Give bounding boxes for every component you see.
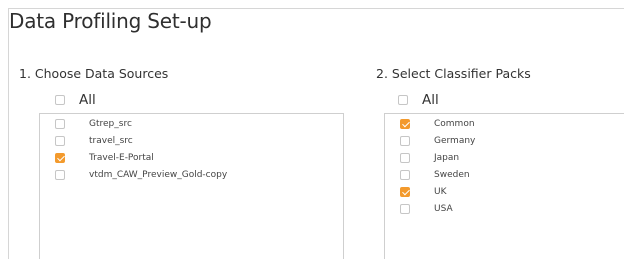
classifier-label: UK [434,187,447,197]
select-all-sources-label: All [79,92,96,108]
select-all-sources-checkbox[interactable] [55,95,65,105]
classifier-item[interactable]: UK [400,185,447,199]
classifier-checkbox[interactable] [400,187,410,197]
classifier-item[interactable]: Japan [400,151,459,165]
data-sources-list[interactable]: Gtrep_src travel_src Travel-E-Portal vtd… [39,113,344,259]
classifier-item[interactable]: USA [400,202,453,216]
data-source-item[interactable]: vtdm_CAW_Preview_Gold-copy [55,168,227,182]
classifier-item[interactable]: Germany [400,134,475,148]
data-source-item[interactable]: Gtrep_src [55,117,132,131]
data-source-item[interactable]: Travel-E-Portal [55,151,154,165]
classifier-label: Common [434,119,475,129]
classifier-checkbox[interactable] [400,204,410,214]
data-source-checkbox[interactable] [55,136,65,146]
classifier-label: Japan [434,153,460,163]
classifier-packs-heading: 2. Select Classifier Packs [376,66,531,81]
classifier-item[interactable]: Common [400,117,475,131]
data-source-checkbox[interactable] [55,170,65,180]
data-source-checkbox[interactable] [55,153,65,163]
data-source-label: vtdm_CAW_Preview_Gold-copy [89,170,228,180]
classifier-packs-select-all[interactable]: All [398,92,439,108]
classifier-checkbox[interactable] [400,153,410,163]
select-all-classifiers-label: All [422,92,439,108]
data-sources-heading: 1. Choose Data Sources [19,66,169,81]
classifier-label: Sweden [434,170,470,180]
data-sources-select-all[interactable]: All [55,92,96,108]
classifier-label: Germany [434,136,476,146]
classifier-packs-list[interactable]: Common Germany Japan Sweden UK USA [384,113,624,259]
classifier-checkbox[interactable] [400,119,410,129]
classifier-checkbox[interactable] [400,170,410,180]
data-source-item[interactable]: travel_src [55,134,133,148]
select-all-classifiers-checkbox[interactable] [398,95,408,105]
data-source-checkbox[interactable] [55,119,65,129]
classifier-item[interactable]: Sweden [400,168,470,182]
data-source-label: Travel-E-Portal [89,153,154,163]
classifier-label: USA [434,204,453,214]
page-title: Data Profiling Set-up [9,9,212,33]
data-source-label: Gtrep_src [89,119,132,129]
classifier-checkbox[interactable] [400,136,410,146]
data-source-label: travel_src [89,136,133,146]
